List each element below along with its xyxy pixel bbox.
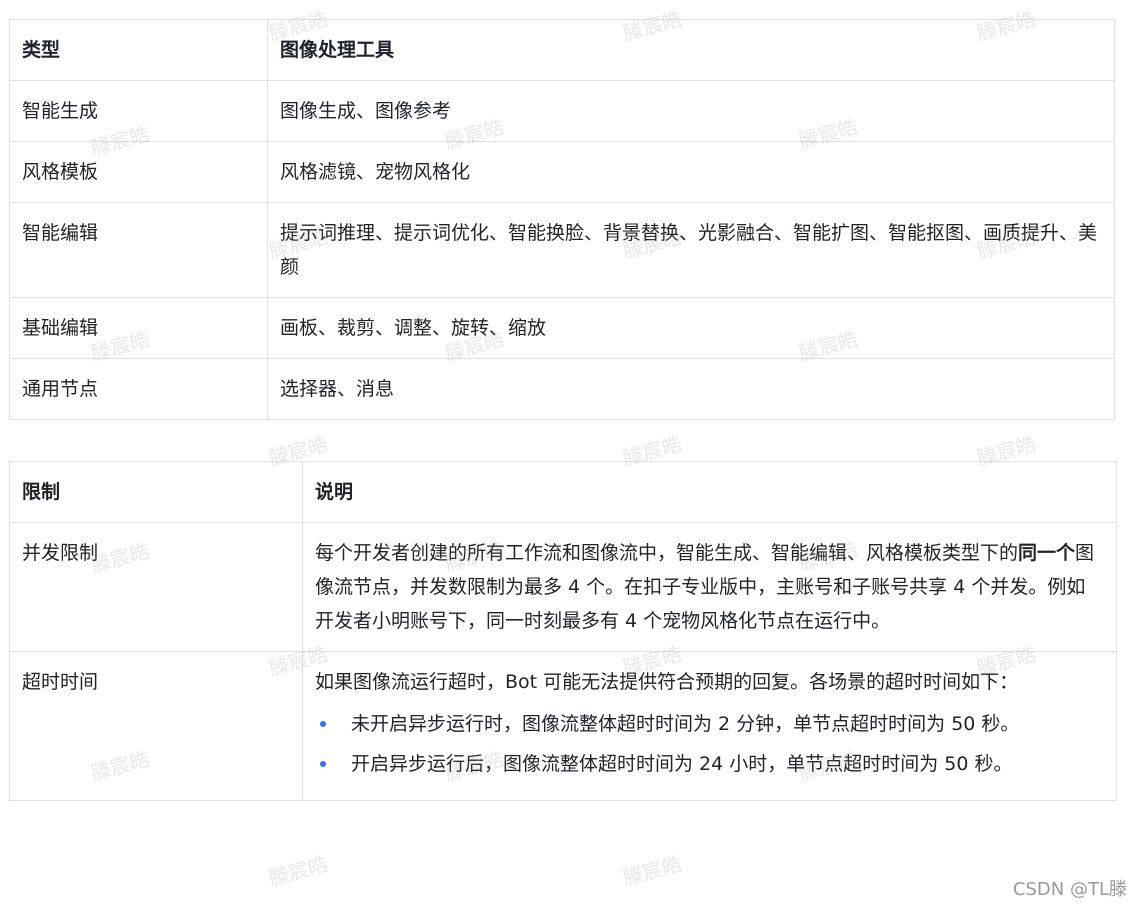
bullet-text: 未开启异步运行时，图像流整体超时时间为 2 分钟，单节点超时时间为 50 秒。 — [351, 713, 1020, 735]
tool-category-table: 类型 图像处理工具 智能生成 图像生成、图像参考 风格模板 风格滤镜、宠物风格化… — [9, 19, 1115, 420]
row-tools: 提示词推理、提示词优化、智能换脸、背景替换、光影融合、智能扩图、智能抠图、画质提… — [267, 202, 1115, 298]
row-category: 智能生成 — [9, 80, 268, 142]
row-category: 通用节点 — [9, 358, 268, 420]
table-header-row: 限制 说明 — [9, 461, 1117, 523]
table-row: 风格模板 风格滤镜、宠物风格化 — [9, 141, 1115, 203]
table-row: 智能生成 图像生成、图像参考 — [9, 80, 1115, 142]
header-type: 类型 — [9, 19, 268, 81]
list-item: 开启异步运行后，图像流整体超时时间为 24 小时，单节点超时时间为 50 秒。 — [315, 747, 1104, 781]
watermark: 滕宸皓 — [266, 851, 331, 891]
header-description: 说明 — [302, 461, 1117, 523]
bullet-text: 开启异步运行后，图像流整体超时时间为 24 小时，单节点超时时间为 50 秒。 — [351, 753, 1013, 775]
timeout-label: 超时时间 — [9, 651, 303, 801]
row-tools: 画板、裁剪、调整、旋转、缩放 — [267, 297, 1115, 359]
timeout-intro: 如果图像流运行超时，Bot 可能无法提供符合预期的回复。各场景的超时时间如下： — [315, 671, 1019, 693]
timeout-bullet-list: 未开启异步运行时，图像流整体超时时间为 2 分钟，单节点超时时间为 50 秒。 … — [315, 707, 1104, 781]
table-row: 超时时间 如果图像流运行超时，Bot 可能无法提供符合预期的回复。各场景的超时时… — [9, 651, 1117, 801]
list-item: 未开启异步运行时，图像流整体超时时间为 2 分钟，单节点超时时间为 50 秒。 — [315, 707, 1104, 741]
row-tools: 风格滤镜、宠物风格化 — [267, 141, 1115, 203]
table-row: 智能编辑 提示词推理、提示词优化、智能换脸、背景替换、光影融合、智能扩图、智能抠… — [9, 202, 1115, 298]
concurrency-label: 并发限制 — [9, 522, 303, 652]
timeout-description: 如果图像流运行超时，Bot 可能无法提供符合预期的回复。各场景的超时时间如下： … — [302, 651, 1117, 801]
header-limit: 限制 — [9, 461, 303, 523]
bullet-dot-icon — [320, 761, 326, 767]
concurrency-text-bold: 同一个 — [1018, 542, 1076, 564]
table-header-row: 类型 图像处理工具 — [9, 19, 1115, 81]
table-row: 通用节点 选择器、消息 — [9, 358, 1115, 420]
header-tools: 图像处理工具 — [267, 19, 1115, 81]
bullet-dot-icon — [320, 721, 326, 727]
table-row: 基础编辑 画板、裁剪、调整、旋转、缩放 — [9, 297, 1115, 359]
concurrency-description: 每个开发者创建的所有工作流和图像流中，智能生成、智能编辑、风格模板类型下的同一个… — [302, 522, 1117, 652]
concurrency-text-before: 每个开发者创建的所有工作流和图像流中，智能生成、智能编辑、风格模板类型下的 — [315, 542, 1019, 564]
csdn-footer-label: CSDN @TL滕 — [1012, 875, 1127, 901]
limits-table: 限制 说明 并发限制 每个开发者创建的所有工作流和图像流中，智能生成、智能编辑、… — [9, 461, 1117, 801]
row-category: 智能编辑 — [9, 202, 268, 298]
row-tools: 图像生成、图像参考 — [267, 80, 1115, 142]
row-tools: 选择器、消息 — [267, 358, 1115, 420]
watermark: 滕宸皓 — [620, 851, 685, 891]
table-row: 并发限制 每个开发者创建的所有工作流和图像流中，智能生成、智能编辑、风格模板类型… — [9, 522, 1117, 652]
row-category: 风格模板 — [9, 141, 268, 203]
row-category: 基础编辑 — [9, 297, 268, 359]
